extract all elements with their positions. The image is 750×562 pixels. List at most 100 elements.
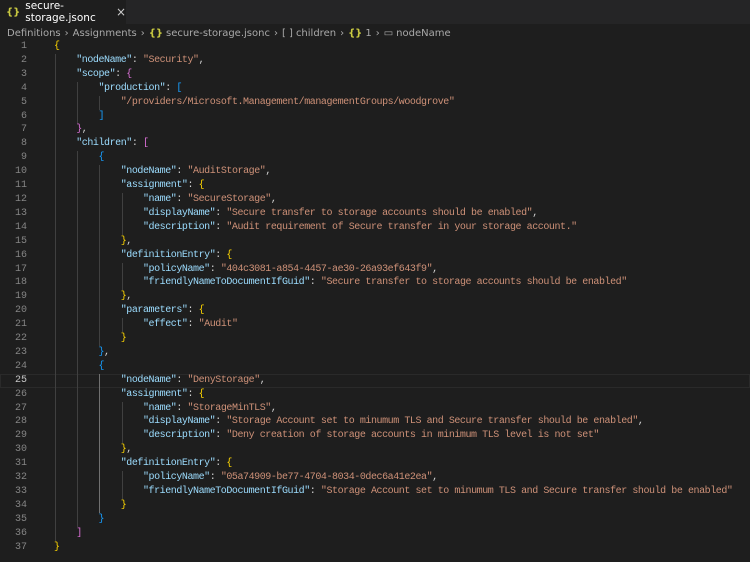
breadcrumb-label: Definitions: [7, 27, 61, 39]
code-text: "effect": "Audit": [143, 318, 238, 332]
punctuation: ,: [270, 193, 277, 205]
indent-guide: [99, 290, 101, 305]
indent-guide: [55, 290, 56, 305]
indent-guide: [99, 498, 101, 513]
punctuation: :: [176, 374, 188, 386]
breadcrumb-item[interactable]: {} secure-storage.jsonc: [149, 28, 270, 39]
indent-guide: [77, 485, 79, 499]
code-line[interactable]: 21 "effect": "Audit": [0, 318, 750, 333]
code-text: "displayName": "Storage Account set to m…: [143, 415, 644, 429]
code-line[interactable]: 20 "parameters": {: [0, 304, 750, 319]
code-text: "scope": {: [76, 68, 132, 82]
indent-guide: [99, 387, 101, 402]
bracket: ]: [98, 110, 105, 122]
indent-guide: [55, 276, 56, 291]
code-line[interactable]: 34}: [0, 498, 750, 513]
code-line[interactable]: 28 "displayName": "Storage Account set to…: [0, 415, 750, 430]
breadcrumb-label: children: [295, 27, 337, 39]
code-text: }: [54, 541, 60, 555]
code-line[interactable]: 10 "nodeName": "AuditStorage",: [0, 165, 750, 180]
code-text: ]: [98, 110, 104, 124]
code-line[interactable]: 3 "scope": {: [0, 67, 750, 82]
bracket: }: [120, 499, 127, 511]
breadcrumb-item[interactable]: {} 1: [348, 28, 372, 39]
tab-secure-storage-jsonc[interactable]: {} secure-storage.jsonc ×: [0, 0, 126, 24]
code-editor[interactable]: 1{2 "nodeName": "Security", 3 "scope": {4 "p…: [0, 40, 750, 555]
code-line[interactable]: 8 "children": [: [0, 137, 750, 152]
indent-guide: [77, 234, 79, 249]
code-line[interactable]: 15},: [0, 234, 750, 249]
indent-guide: [99, 373, 101, 388]
code-line[interactable]: 36]: [0, 526, 750, 541]
indent-guide: [99, 457, 101, 472]
code-line[interactable]: 37}: [0, 541, 750, 555]
chevron-right-icon: ›: [375, 27, 380, 39]
line-number: 19: [14, 291, 27, 303]
code-line[interactable]: 30},: [0, 443, 750, 458]
code-line[interactable]: 13 "displayName": "Secure transfer to sto…: [0, 206, 750, 221]
code-line[interactable]: 22}: [0, 332, 750, 346]
punctuation: :: [176, 193, 188, 205]
code-line[interactable]: 9{: [0, 151, 750, 166]
punctuation: :: [215, 458, 227, 470]
indent-guide: [121, 318, 123, 333]
indent-guide: [99, 206, 101, 221]
indent-guide: [99, 443, 101, 458]
code-line[interactable]: 14 "description": "Audit requirement of S…: [0, 220, 750, 235]
breadcrumb-item[interactable]: Assignments: [73, 28, 137, 39]
code-line[interactable]: 5 "/providers/Microsoft.Management/manage…: [0, 95, 750, 110]
code-line[interactable]: 35}: [0, 512, 750, 527]
close-icon[interactable]: ×: [116, 5, 126, 19]
code-line[interactable]: 18 "friendlyNameToDocumentIfGuid": "Secur…: [0, 276, 750, 291]
code-line[interactable]: 4 "production": [: [0, 81, 750, 96]
indent-guide: [55, 234, 56, 249]
indent-guide: [77, 95, 79, 110]
line-number: 36: [14, 527, 27, 539]
indent-guide: [121, 401, 123, 416]
code-line[interactable]: 26 "assignment": {: [0, 387, 750, 402]
code-line[interactable]: 23},: [0, 345, 750, 360]
property-icon: ▭: [383, 27, 394, 39]
code-line[interactable]: 31 "definitionEntry": {: [0, 457, 750, 472]
code-line[interactable]: 11 "assignment": {: [0, 179, 750, 193]
code-line[interactable]: 2 "nodeName": "Security",: [0, 53, 750, 68]
code-line[interactable]: 17 "policyName": "404c3081-a854-4457-ae30…: [0, 262, 750, 277]
code-line[interactable]: 27 "name": "StorageMinTLS",: [0, 401, 750, 416]
json-key: "displayName": [142, 207, 216, 219]
json-string: "Audit": [198, 319, 238, 331]
indent-guide: [121, 192, 123, 207]
indent-guide: [55, 387, 56, 402]
indent-guide: [121, 485, 123, 499]
indent-guide: [77, 220, 79, 235]
breadcrumb-item[interactable]: [ ] children: [282, 28, 336, 39]
indent-guide: [99, 471, 101, 485]
indent-guide: [77, 359, 79, 374]
code-text: ]: [76, 527, 82, 541]
code-text: "nodeName": "Security",: [76, 54, 204, 68]
indent-guide: [99, 234, 101, 249]
code-line[interactable]: 19},: [0, 290, 750, 305]
bracket: }: [98, 513, 105, 525]
line-number: 30: [14, 444, 27, 456]
code-line[interactable]: 32 "policyName": "05a74909-be77-4704-8034…: [0, 471, 750, 485]
breadcrumb-item[interactable]: ▭ nodeName: [384, 28, 451, 39]
code-line[interactable]: 24 {: [0, 359, 750, 374]
json-string: "SecureStorage": [187, 193, 271, 205]
json-key: "nodeName": [76, 54, 132, 66]
bracket: [: [142, 138, 149, 150]
json-string: "Storage Account set to minumum TLS and …: [320, 486, 733, 497]
code-line[interactable]: 16 "definitionEntry": {: [0, 248, 750, 263]
code-line[interactable]: 7},: [0, 123, 750, 138]
code-line[interactable]: 33 "friendlyNameToDocumentIfGuid": "Stora…: [0, 485, 750, 499]
code-line[interactable]: 29 "description": "Deny creation of stora…: [0, 429, 750, 444]
line-number: 18: [14, 277, 27, 289]
json-key: "description": [142, 221, 216, 233]
code-line[interactable]: 6]: [0, 109, 750, 124]
code-line[interactable]: 12 "name": "SecureStorage",: [0, 192, 750, 207]
code-line[interactable]: 1{: [0, 40, 750, 54]
code-line[interactable]: 25 "nodeName": "DenyStorage",: [0, 373, 750, 388]
json-key: "name": [142, 402, 177, 414]
line-number: 29: [14, 430, 27, 442]
breadcrumb-item[interactable]: Definitions: [7, 28, 61, 39]
code-text: "nodeName": "DenyStorage",: [121, 374, 266, 388]
